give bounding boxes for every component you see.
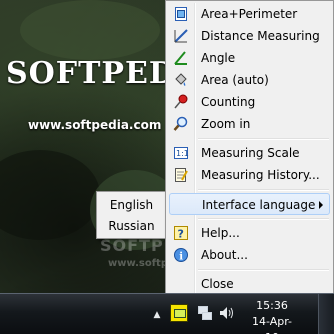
menu-separator	[198, 138, 329, 140]
menu-item-area-perimeter[interactable]: Area+Perimeter	[169, 3, 330, 25]
show-hidden-icons-chevron-icon[interactable]: ▲	[150, 308, 164, 322]
softpedia-url: www.softpedia.com	[28, 118, 162, 132]
menu-item-label: Measuring History...	[201, 168, 320, 182]
angle-icon	[173, 50, 189, 66]
menu-item-label: About...	[201, 248, 248, 262]
help-icon: ?	[173, 225, 189, 241]
measuring-scale-icon: 1:1	[173, 145, 189, 161]
svg-text:1:1: 1:1	[176, 149, 189, 158]
menu-item-close[interactable]: Close	[169, 273, 330, 295]
menu-item-counting[interactable]: Counting	[169, 91, 330, 113]
network-icon[interactable]	[196, 304, 214, 322]
menu-item-measuring-scale[interactable]: 1:1 Measuring Scale	[169, 142, 330, 164]
paint-bucket-icon	[173, 72, 189, 88]
submenu-item-label: Russian	[108, 219, 155, 233]
menu-item-measuring-history[interactable]: Measuring History...	[169, 164, 330, 186]
push-pin-icon	[173, 94, 189, 110]
menu-item-interface-language[interactable]: Interface language	[169, 193, 330, 215]
magnifier-icon	[173, 116, 189, 132]
menu-item-label: Help...	[201, 226, 240, 240]
submenu-item-label: English	[109, 198, 154, 212]
menu-item-label: Interface language	[202, 198, 316, 212]
menu-item-label: Measuring Scale	[201, 146, 300, 160]
info-icon: i	[173, 247, 189, 263]
menu-item-about[interactable]: i About...	[169, 244, 330, 266]
menu-item-label: Distance Measuring	[201, 29, 320, 43]
measure-app-tray-icon[interactable]	[170, 304, 188, 322]
show-desktop-button[interactable]	[318, 294, 334, 334]
menu-item-label: Area (auto)	[201, 73, 269, 87]
menu-item-area-auto[interactable]: Area (auto)	[169, 69, 330, 91]
volume-icon[interactable]	[218, 304, 236, 322]
menu-item-label: Angle	[201, 51, 236, 65]
svg-text:?: ?	[178, 228, 184, 241]
menu-separator	[198, 269, 329, 271]
notepad-icon	[173, 167, 189, 183]
system-clock[interactable]: 15:36 14-Apr-10	[248, 298, 296, 334]
menu-item-help[interactable]: ? Help...	[169, 222, 330, 244]
menu-item-distance-measuring[interactable]: Distance Measuring	[169, 25, 330, 47]
submenu-item-english[interactable]: English	[100, 195, 163, 215]
interface-language-submenu: English Russian	[96, 191, 166, 239]
menu-item-angle[interactable]: Angle	[169, 47, 330, 69]
foliage-top	[20, 0, 160, 60]
submenu-item-russian[interactable]: Russian	[100, 216, 163, 236]
distance-measuring-icon	[173, 28, 189, 44]
menu-separator	[198, 218, 329, 220]
clock-date: 14-Apr-10	[251, 315, 293, 334]
menu-separator	[198, 189, 329, 191]
menu-item-zoom-in[interactable]: Zoom in	[169, 113, 330, 135]
area-perimeter-icon	[173, 6, 189, 22]
taskbar: ▲ 15:36 14-Apr-10	[0, 293, 334, 334]
menu-item-label: Close	[201, 277, 234, 291]
clock-time: 15:36	[256, 299, 288, 312]
menu-item-label: Zoom in	[201, 117, 251, 131]
menu-item-label: Area+Perimeter	[201, 7, 298, 21]
menu-item-label: Counting	[201, 95, 256, 109]
svg-text:i: i	[179, 252, 183, 263]
tray-context-menu: Area+Perimeter Distance Measuring Angle …	[165, 0, 334, 297]
foliage-shadow	[0, 150, 100, 240]
submenu-arrow-icon	[319, 201, 323, 209]
